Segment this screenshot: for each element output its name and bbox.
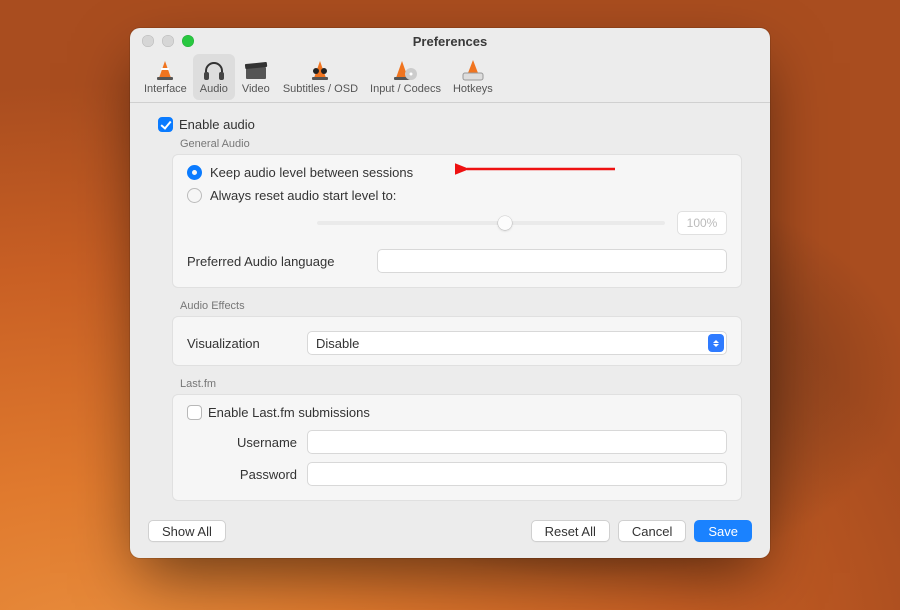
minimize-window-button[interactable] [162,35,174,47]
close-window-button[interactable] [142,35,154,47]
visualization-select[interactable]: Disable [307,331,727,355]
tab-input-codecs[interactable]: Input / Codecs [364,54,447,100]
lastfm-section-label: Last.fm [180,378,742,390]
enable-audio-checkbox[interactable] [158,117,173,132]
start-level-row: 100% [187,211,727,235]
cone-disc-icon [390,57,420,83]
radio-label: Always reset audio start level to: [210,188,396,203]
save-button[interactable]: Save [694,520,752,542]
preferences-footer: Show All Reset All Cancel Save [130,508,770,558]
start-level-value: 100% [677,211,727,235]
preferred-language-row: Preferred Audio language [187,249,727,273]
lastfm-username-input[interactable] [307,430,727,454]
tab-label: Video [242,83,270,95]
lastfm-password-input[interactable] [307,462,727,486]
lastfm-password-label: Password [187,467,297,482]
cone-glasses-icon [305,57,335,83]
tab-label: Audio [200,83,228,95]
radio-label: Keep audio level between sessions [210,165,413,180]
radio-reset-level-input[interactable] [187,188,202,203]
audio-level-radio-group: Keep audio level between sessions Always… [187,165,727,203]
cone-keyboard-icon [458,57,488,83]
general-audio-panel: Keep audio level between sessions Always… [172,154,742,288]
preferences-window: Preferences Interface Audio Video [130,28,770,558]
window-title: Preferences [413,34,487,49]
enable-audio-label: Enable audio [179,117,255,132]
chevrons-icon [708,334,724,352]
show-all-button[interactable]: Show All [148,520,226,542]
radio-keep-level[interactable]: Keep audio level between sessions [187,165,727,180]
headphones-icon [199,57,229,83]
reset-all-button[interactable]: Reset All [531,520,610,542]
tab-subtitles-osd[interactable]: Subtitles / OSD [277,54,364,100]
lastfm-password-row: Password [187,462,727,486]
lastfm-enable-label: Enable Last.fm submissions [208,405,370,420]
preferences-toolbar: Interface Audio Video Subtitles / OSD [130,54,770,103]
clapper-icon [241,57,271,83]
lastfm-panel: Enable Last.fm submissions Username Pass… [172,394,742,501]
window-controls [142,35,194,47]
window-titlebar: Preferences [130,28,770,54]
preferred-language-label: Preferred Audio language [187,254,367,269]
cone-icon [150,57,180,83]
general-audio-section-label: General Audio [180,138,742,150]
lastfm-username-row: Username [187,430,727,454]
enable-audio-row: Enable audio [158,117,742,132]
tab-interface[interactable]: Interface [138,54,193,100]
audio-effects-panel: Visualization Disable [172,316,742,366]
tab-label: Input / Codecs [370,83,441,95]
visualization-label: Visualization [187,336,297,351]
preferred-language-input[interactable] [377,249,727,273]
tab-audio[interactable]: Audio [193,54,235,100]
radio-keep-level-input[interactable] [187,165,202,180]
lastfm-username-label: Username [187,435,297,450]
tab-label: Interface [144,83,187,95]
cancel-button[interactable]: Cancel [618,520,686,542]
desktop-background: Preferences Interface Audio Video [0,0,900,610]
radio-reset-level[interactable]: Always reset audio start level to: [187,188,727,203]
start-level-slider[interactable] [317,221,665,225]
tab-label: Subtitles / OSD [283,83,358,95]
visualization-value: Disable [316,336,359,351]
lastfm-enable-row: Enable Last.fm submissions [187,405,727,420]
lastfm-enable-checkbox[interactable] [187,405,202,420]
zoom-window-button[interactable] [182,35,194,47]
tab-hotkeys[interactable]: Hotkeys [447,54,499,100]
tab-video[interactable]: Video [235,54,277,100]
visualization-row: Visualization Disable [187,331,727,355]
tab-label: Hotkeys [453,83,493,95]
audio-pane: Enable audio General Audio Keep audio le… [130,103,770,508]
audio-effects-section-label: Audio Effects [180,300,742,312]
